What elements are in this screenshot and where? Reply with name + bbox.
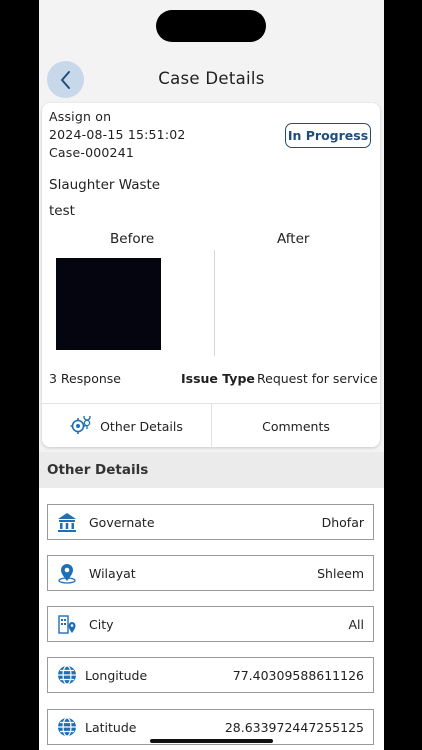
photo-divider — [214, 250, 215, 356]
wilayat-label: Wilayat — [89, 566, 136, 581]
longitude-value: 77.40309588611126 — [232, 668, 364, 683]
home-indicator — [150, 739, 273, 743]
globe-icon — [58, 717, 76, 737]
city-label: City — [89, 617, 114, 632]
after-label: After — [277, 231, 310, 247]
tab-other-details-label: Other Details — [100, 418, 183, 434]
other-details-header: Other Details — [39, 452, 384, 488]
case-description: test — [49, 203, 75, 219]
city-building-icon — [58, 615, 76, 634]
detail-tabs: Other Details Comments — [42, 403, 380, 448]
case-card: Assign on 2024-08-15 15:51:02 Case-00024… — [42, 103, 380, 448]
section-title: Other Details — [47, 462, 149, 478]
page-title: Case Details — [158, 69, 265, 88]
governate-value: Dhofar — [321, 515, 364, 530]
wilayat-value: Shleem — [317, 566, 364, 581]
before-label: Before — [110, 231, 155, 247]
governate-label: Governate — [89, 515, 155, 530]
city-value: All — [348, 617, 365, 632]
tab-comments[interactable]: Comments — [212, 404, 380, 448]
case-category: Slaughter Waste — [49, 177, 161, 193]
government-building-icon — [58, 513, 76, 532]
tab-other-details[interactable]: Other Details — [42, 404, 211, 448]
detail-row-wilayat: Wilayat Shleem — [47, 555, 374, 591]
before-photo[interactable] — [56, 258, 161, 350]
issue-type-label: Issue Type — [181, 371, 255, 386]
case-id: Case-000241 — [49, 145, 135, 160]
gear-pin-icon — [70, 416, 91, 434]
other-details-list: Governate Dhofar Wilayat Shleem City All… — [39, 488, 384, 750]
longitude-label: Longitude — [85, 668, 148, 683]
issue-type-value: Request for service — [257, 371, 378, 386]
dynamic-island — [156, 10, 266, 42]
response-count: 3 Response — [49, 371, 121, 386]
detail-row-longitude: Longitude 77.40309588611126 — [47, 657, 374, 693]
status-badge: In Progress — [285, 123, 371, 148]
screen: Case Details Assign on 2024-08-15 15:51:… — [39, 0, 384, 750]
assign-label: Assign on — [49, 109, 112, 124]
location-pin-icon — [58, 564, 76, 584]
latitude-label: Latitude — [85, 720, 137, 735]
globe-icon — [58, 665, 76, 685]
detail-row-city: City All — [47, 606, 374, 642]
detail-row-governate: Governate Dhofar — [47, 504, 374, 540]
assign-date: 2024-08-15 15:51:02 — [49, 127, 186, 142]
latitude-value: 28.633972447255125 — [224, 720, 364, 735]
tab-comments-label: Comments — [262, 418, 330, 434]
